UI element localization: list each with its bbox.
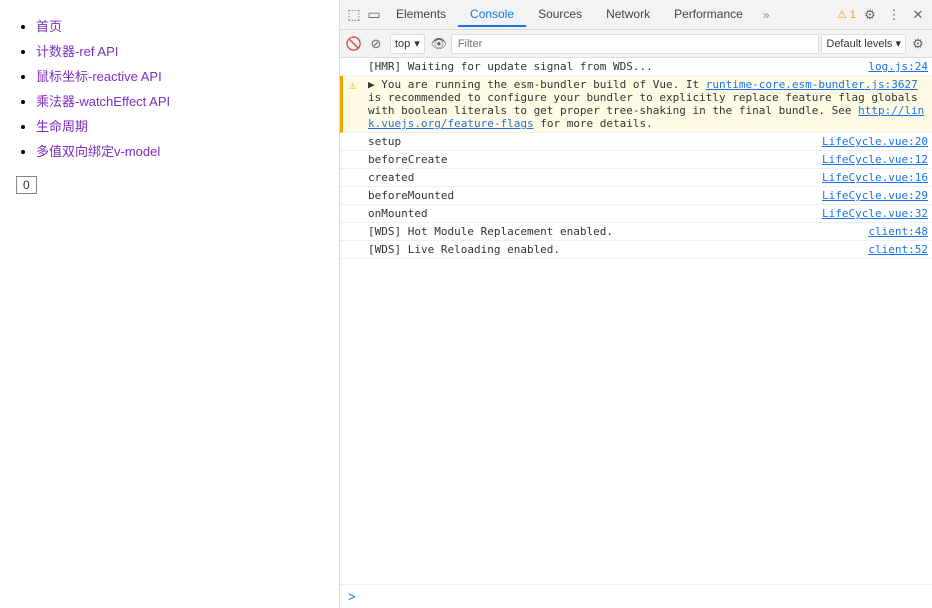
log-link[interactable]: runtime-core.esm-bundler.js:3627 — [706, 78, 918, 91]
tab-performance[interactable]: Performance — [662, 3, 755, 27]
log-text: created — [368, 171, 814, 184]
context-label: top — [395, 38, 410, 50]
levels-label: Default levels ▾ — [826, 37, 901, 50]
left-nav-panel: 首页计数器-ref API 鼠标坐标-reactive API 乘法器-watchE… — [0, 0, 340, 608]
eye-icon[interactable]: 👁 — [429, 34, 449, 54]
log-text: [WDS] Hot Module Replacement enabled. — [368, 225, 860, 238]
log-text: beforeCreate — [368, 153, 814, 166]
log-entry: beforeCreate LifeCycle.vue:12 — [340, 151, 932, 169]
nav-link[interactable]: 乘法器-watchEffect API — [36, 94, 170, 109]
nav-list-item: 鼠标坐标-reactive API — [36, 66, 323, 85]
prompt-arrow-icon: > — [348, 589, 356, 604]
nav-list-item: 计数器-ref API — [36, 41, 323, 60]
log-source-link[interactable]: LifeCycle.vue:12 — [822, 153, 928, 166]
tab-bar-right: ⚠ 1 ⚙ ⋮ ✕ — [837, 5, 928, 25]
log-text: ▶ You are running the esm-bundler build … — [368, 78, 928, 130]
log-entry: beforeMounted LifeCycle.vue:29 — [340, 187, 932, 205]
nav-list-item: 乘法器-watchEffect API — [36, 91, 323, 110]
log-source-link[interactable]: LifeCycle.vue:32 — [822, 207, 928, 220]
filter-input[interactable] — [451, 34, 820, 54]
console-toolbar: 🚫 ⊘ top ▾ 👁 Default levels ▾ ⚙ — [340, 30, 932, 58]
devtools-tabs: ElementsConsoleSourcesNetworkPerformance — [384, 3, 755, 27]
log-source-link[interactable]: LifeCycle.vue:29 — [822, 189, 928, 202]
context-dropdown-icon: ▾ — [414, 37, 420, 50]
warning-icon: ⚠ — [349, 78, 356, 92]
inspect-element-icon[interactable]: ⬚ — [344, 5, 364, 25]
context-selector[interactable]: top ▾ — [390, 34, 425, 54]
log-text: [HMR] Waiting for update signal from WDS… — [368, 60, 860, 73]
nav-link[interactable]: 鼠标坐标-reactive API — [36, 69, 162, 84]
devtools-panel: ⬚ ▭ ElementsConsoleSourcesNetworkPerform… — [340, 0, 932, 608]
console-prompt: > — [340, 584, 932, 608]
log-entry: ⚠ ▶ You are running the esm-bundler build… — [340, 76, 932, 133]
log-levels-selector[interactable]: Default levels ▾ — [821, 34, 906, 54]
log-entry: [WDS] Live Reloading enabled. client:52 — [340, 241, 932, 259]
counter-badge: 0 — [16, 176, 37, 194]
more-tabs-button[interactable]: » — [755, 4, 778, 26]
log-text: beforeMounted — [368, 189, 814, 202]
tab-console[interactable]: Console — [458, 3, 526, 27]
console-log-area: [HMR] Waiting for update signal from WDS… — [340, 58, 932, 584]
log-entry: [WDS] Hot Module Replacement enabled. cli… — [340, 223, 932, 241]
log-entry: created LifeCycle.vue:16 — [340, 169, 932, 187]
tab-network[interactable]: Network — [594, 3, 662, 27]
nav-list-item: 多值双向绑定v-model — [36, 141, 323, 160]
devtools-more-icon[interactable]: ⋮ — [884, 5, 904, 25]
warning-badge: ⚠ 1 — [837, 8, 856, 21]
console-settings-icon[interactable]: ⚙ — [908, 34, 928, 54]
log-entry: [HMR] Waiting for update signal from WDS… — [340, 58, 932, 76]
tab-sources[interactable]: Sources — [526, 3, 594, 27]
clear-console-button[interactable]: 🚫 — [344, 34, 364, 54]
tab-elements[interactable]: Elements — [384, 3, 458, 27]
device-toggle-icon[interactable]: ▭ — [364, 5, 384, 25]
devtools-tab-bar: ⬚ ▭ ElementsConsoleSourcesNetworkPerform… — [340, 0, 932, 30]
log-link[interactable]: http://link.vuejs.org/feature-flags — [368, 104, 924, 130]
log-text: setup — [368, 135, 814, 148]
log-source-link[interactable]: client:52 — [868, 243, 928, 256]
console-clear-icon[interactable]: ⊘ — [366, 34, 386, 54]
nav-list: 首页计数器-ref API 鼠标坐标-reactive API 乘法器-watchE… — [16, 16, 323, 160]
nav-link[interactable]: 首页 — [36, 19, 62, 34]
log-entry: setup LifeCycle.vue:20 — [340, 133, 932, 151]
log-source-link[interactable]: LifeCycle.vue:16 — [822, 171, 928, 184]
nav-list-item: 首页 — [36, 16, 323, 35]
devtools-settings-icon[interactable]: ⚙ — [860, 5, 880, 25]
log-source-link[interactable]: LifeCycle.vue:20 — [822, 135, 928, 148]
log-source-link[interactable]: log.js:24 — [868, 60, 928, 73]
log-source-link[interactable]: client:48 — [868, 225, 928, 238]
nav-list-item: 生命周期 — [36, 116, 323, 135]
devtools-close-icon[interactable]: ✕ — [908, 5, 928, 25]
log-text: onMounted — [368, 207, 814, 220]
nav-link[interactable]: 生命周期 — [36, 119, 88, 134]
log-entry: onMounted LifeCycle.vue:32 — [340, 205, 932, 223]
nav-link[interactable]: 计数器-ref API — [36, 44, 118, 59]
log-text: [WDS] Live Reloading enabled. — [368, 243, 860, 256]
nav-link[interactable]: 多值双向绑定v-model — [36, 144, 160, 159]
